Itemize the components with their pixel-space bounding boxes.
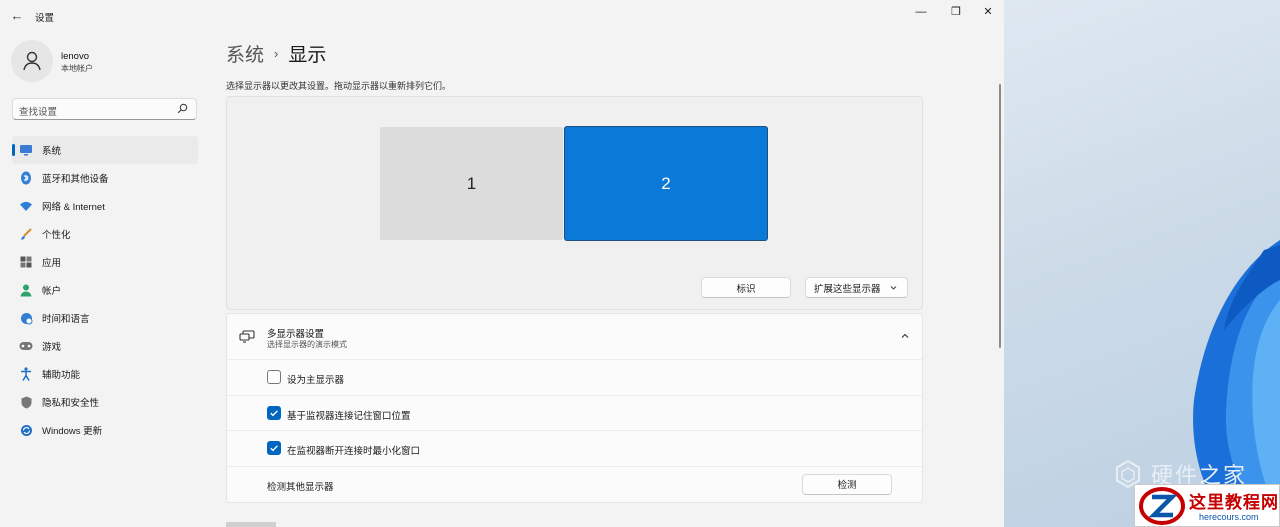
sidebar-item-accounts[interactable]: 帐户 [12,276,198,304]
option-row: 设为主显示器 [227,360,922,396]
detect-button[interactable]: 检测 [802,473,892,495]
option-label: 设为主显示器 [287,375,345,386]
sidebar-item-label: 蓝牙和其他设备 [42,174,109,185]
search-icon [177,103,188,114]
section-subtitle: 选择显示器的演示模式 [267,340,347,349]
make-main-display-checkbox[interactable] [267,370,281,384]
person-avatar-icon [23,51,41,71]
person-icon [18,282,34,298]
display-mode-dropdown[interactable]: 扩展这些显示器 [805,277,908,298]
apps-icon [18,254,34,270]
sidebar-item-personalization[interactable]: 个性化 [12,220,198,248]
monitor-1-tile[interactable]: 1 [380,127,563,240]
search-input[interactable]: 查找设置 [12,98,197,120]
chevron-down-icon [890,286,897,290]
site-logo: 这里教程网 herecours.com [1134,484,1280,527]
checkmark-icon [270,409,278,416]
option-row: 在监视器断开连接时最小化窗口 [227,431,922,467]
multiple-displays-header[interactable]: 多显示器设置 选择显示器的演示模式 [227,314,922,360]
gamepad-icon [18,338,34,354]
sidebar-item-label: 应用 [42,258,62,269]
account-type: 本地帐户 [61,64,93,73]
close-button[interactable]: ✕ [973,2,1003,22]
sidebar-item-label: 辅助功能 [42,370,81,381]
detect-row: 检测其他显示器 检测 [227,467,922,503]
next-section-peek [226,522,276,527]
avatar[interactable] [11,40,53,82]
sidebar-item-privacy[interactable]: 隐私和安全性 [12,388,198,416]
option-label: 基于监视器连接记住窗口位置 [287,410,411,422]
option-label: 在监视器断开连接时最小化窗口 [287,446,421,457]
desktop-wallpaper [1004,0,1280,527]
breadcrumb-parent[interactable]: 系统 [226,40,264,67]
sidebar-item-accessibility[interactable]: 辅助功能 [12,360,198,388]
logo-url: herecours.com [1199,512,1259,522]
sidebar-item-windows-update[interactable]: Windows 更新 [12,416,198,444]
page-title: 显示 [288,45,327,66]
sidebar-item-system[interactable]: 系统 [12,136,198,164]
display-icon [18,142,34,158]
settings-window: ← 设置 — ❐ ✕ lenovo 本地帐户 查找设置 系统 蓝牙和其他设备 网… [0,0,1004,527]
chevron-up-icon[interactable] [900,331,910,341]
minimize-windows-checkbox[interactable] [267,441,281,455]
sidebar-item-label: 帐户 [42,286,62,297]
sidebar-item-label: 游戏 [42,342,62,353]
section-title: 多显示器设置 [267,329,325,340]
user-name: lenovo [61,51,89,62]
breadcrumb: 系统 › 显示 [226,40,326,67]
bluetooth-icon [18,170,34,186]
identify-button[interactable]: 标识 [701,277,791,298]
update-icon [18,422,34,438]
window-title: 设置 [35,13,55,24]
monitor-2-tile[interactable]: 2 [564,126,768,241]
sidebar-item-label: 时间和语言 [42,314,90,325]
sidebar-item-gaming[interactable]: 游戏 [12,332,198,360]
back-arrow-icon[interactable]: ← [8,7,26,25]
search-placeholder: 查找设置 [19,107,58,118]
accessibility-icon [18,366,34,382]
sidebar-item-label: 系统 [42,146,62,157]
title-bar: ← 设置 — ❐ ✕ [0,0,1004,32]
sidebar-item-label: Windows 更新 [42,426,103,437]
detect-label: 检测其他显示器 [267,481,334,493]
minimize-button[interactable]: — [906,2,936,22]
multiple-displays-section: 多显示器设置 选择显示器的演示模式 设为主显示器 基于监视器连接记住窗口位置 在… [226,313,923,503]
chevron-right-icon: › [274,46,279,61]
checkmark-icon [270,445,278,452]
restore-button[interactable]: ❐ [941,2,971,22]
sidebar-item-bluetooth[interactable]: 蓝牙和其他设备 [12,164,198,192]
wifi-icon [18,198,34,214]
multi-monitor-icon [239,330,255,343]
sidebar-item-label: 网络 & Internet [42,202,105,213]
globe-clock-icon [18,310,34,326]
remember-window-positions-checkbox[interactable] [267,405,281,420]
option-row: 基于监视器连接记住窗口位置 [227,396,922,431]
scrollbar[interactable] [999,84,1001,348]
sidebar-item-label: 个性化 [42,230,71,241]
z-logo-icon [1139,487,1185,525]
sidebar-item-network[interactable]: 网络 & Internet [12,192,198,220]
sidebar-item-apps[interactable]: 应用 [12,248,198,276]
page-description: 选择显示器以更改其设置。拖动显示器以重新排列它们。 [226,81,452,91]
bloom-wallpaper-graphic [1193,240,1280,527]
shield-icon [18,394,34,410]
display-mode-value: 扩展这些显示器 [814,283,881,295]
sidebar-item-label: 隐私和安全性 [42,398,100,409]
display-arrangement-panel: 1 2 标识 扩展这些显示器 [226,96,923,310]
logo-text: 这里教程网 [1189,493,1279,513]
sidebar-nav: 系统 蓝牙和其他设备 网络 & Internet 个性化 应用 帐户 时间和语言 [12,136,198,444]
brush-icon [18,226,34,242]
sidebar-item-time-language[interactable]: 时间和语言 [12,304,198,332]
